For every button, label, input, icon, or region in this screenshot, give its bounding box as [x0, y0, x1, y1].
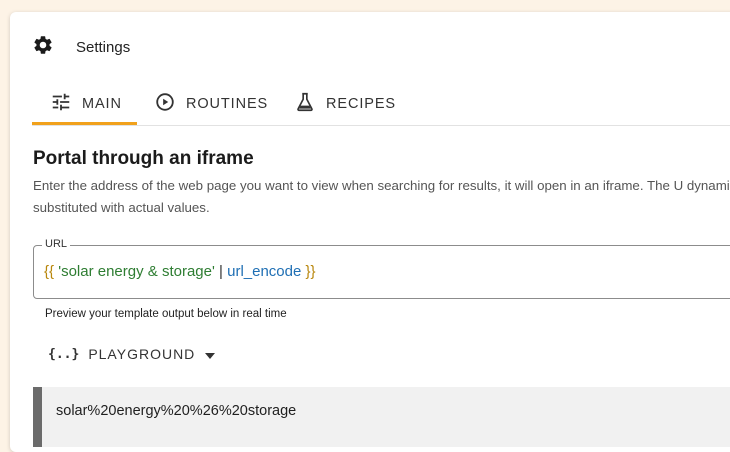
- code-braces-icon: {..}: [48, 346, 80, 362]
- flask-icon: [294, 91, 326, 117]
- section-title: Portal through an iframe: [33, 148, 254, 169]
- helper-text: Preview your template output below in re…: [45, 308, 287, 320]
- caret-down-icon: [195, 346, 216, 362]
- header: Settings: [32, 34, 130, 61]
- play-circle-icon: [154, 91, 186, 117]
- gear-icon: [32, 34, 54, 61]
- tab-routines[interactable]: ROUTINES: [154, 84, 268, 123]
- url-field[interactable]: URL {{ 'solar energy & storage' | url_en…: [33, 238, 730, 299]
- tab-main[interactable]: MAIN: [32, 84, 137, 125]
- template-pipe: |: [219, 263, 223, 280]
- tab-routines-label: ROUTINES: [186, 95, 269, 112]
- settings-panel: Settings MAIN ROUTINES RECIPES Portal th…: [10, 12, 730, 452]
- preview-output-text: solar%20energy%20%26%20storage: [56, 403, 297, 419]
- template-close-brace: }}: [305, 263, 316, 280]
- page-title: Settings: [76, 39, 131, 56]
- url-field-label: URL: [42, 238, 71, 250]
- tab-main-label: MAIN: [82, 95, 122, 112]
- template-string: 'solar energy & storage': [58, 263, 215, 280]
- section-description: Enter the address of the web page you wa…: [33, 178, 730, 215]
- tab-recipes-label: RECIPES: [326, 95, 396, 112]
- playground-toggle[interactable]: {..} PLAYGROUND: [48, 346, 216, 362]
- tune-icon: [50, 91, 82, 117]
- preview-output: solar%20energy%20%26%20storage: [33, 387, 730, 447]
- url-template-input[interactable]: {{ 'solar energy & storage' | url_encode…: [44, 263, 316, 280]
- template-filter: url_encode: [227, 263, 302, 280]
- playground-label: PLAYGROUND: [88, 346, 196, 362]
- tab-recipes[interactable]: RECIPES: [294, 84, 396, 123]
- template-open-brace: {{: [44, 263, 55, 280]
- tab-bar: MAIN ROUTINES RECIPES: [32, 84, 730, 126]
